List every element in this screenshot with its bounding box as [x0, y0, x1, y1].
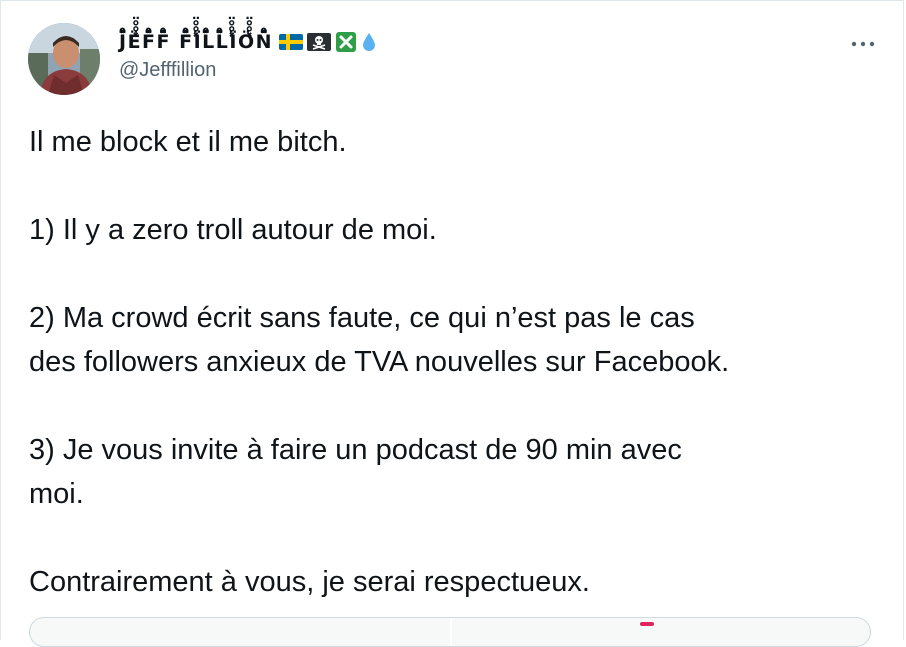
media-preview[interactable]	[29, 617, 871, 647]
sweden-flag-icon	[279, 33, 304, 51]
skull-crossbones-icon	[307, 32, 332, 52]
tweet-line: Contrairement à vous, je serai respectue…	[29, 566, 590, 598]
media-thumbnail-detail	[640, 622, 654, 626]
tweet-line: 2) Ma crowd écrit sans faute, ce qui n’e…	[29, 302, 695, 334]
more-options-button[interactable]	[843, 29, 883, 59]
author-handle[interactable]: @Jefffillion	[119, 59, 216, 82]
author-name-row: J̈̽̊̊̈Ë̽̊̊̈F̈̽̊̊̈F̈̽̊̊̈ F̈̽̊̊̈Ï̽̊̊̈L̈̽̊̊…	[119, 28, 377, 56]
tweet-line: Il me block et il me bitch.	[29, 126, 347, 158]
avatar[interactable]	[28, 23, 100, 95]
tweet-text: Il me block et il me bitch. 1) Il y a ze…	[29, 120, 889, 604]
tweet-line: des followers anxieux de TVA nouvelles s…	[29, 346, 730, 378]
tweet-line: 3) Je vous invite à faire un podcast de …	[29, 434, 682, 466]
tweet-card: J̈̽̊̊̈Ë̽̊̊̈F̈̽̊̊̈F̈̽̊̊̈ F̈̽̊̊̈Ï̽̊̊̈L̈̽̊̊…	[0, 0, 904, 647]
droplet-icon	[361, 31, 377, 53]
media-divider	[450, 618, 452, 646]
tweet-line: moi.	[29, 478, 84, 510]
author-display-name[interactable]: J̈̽̊̊̈Ë̽̊̊̈F̈̽̊̊̈F̈̽̊̊̈ F̈̽̊̊̈Ï̽̊̊̈L̈̽̊̊…	[119, 31, 273, 53]
cross-mark-icon	[335, 31, 357, 53]
tweet-line: 1) Il y a zero troll autour de moi.	[29, 214, 437, 246]
more-dots-icon	[851, 41, 875, 47]
avatar-photo-icon	[28, 23, 100, 95]
